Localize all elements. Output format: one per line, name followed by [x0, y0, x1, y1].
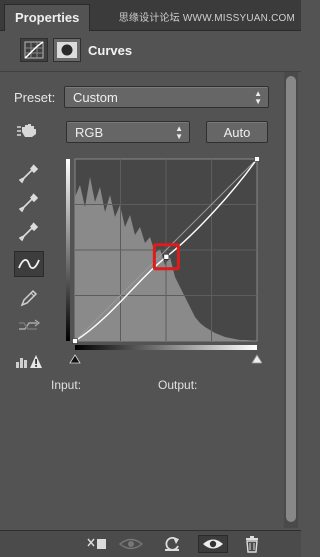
scrollbar-thumb[interactable] — [286, 76, 296, 522]
properties-panel: Properties 思缘设计论坛 WWW.MISSYUAN.COM Curve… — [0, 0, 301, 557]
layer-mask-icon[interactable] — [53, 38, 81, 62]
delete-icon[interactable] — [242, 535, 262, 553]
input-label: Input: — [51, 378, 82, 392]
dropdown-arrows-icon: ▲ ▼ — [254, 89, 262, 106]
view-previous-icon[interactable] — [118, 535, 144, 553]
curve-endpoint — [254, 156, 260, 162]
curves-graph[interactable] — [66, 156, 263, 365]
channel-value: RGB — [75, 125, 104, 140]
black-eyedropper-icon[interactable] — [14, 161, 44, 187]
visibility-icon[interactable] — [198, 535, 228, 553]
tab-properties[interactable]: Properties — [4, 4, 91, 31]
white-point-slider — [251, 354, 263, 364]
dropdown-arrows-icon: ▲ ▼ — [175, 124, 183, 141]
adjustment-header: Curves — [0, 31, 301, 72]
panel-tabstrip: Properties 思缘设计论坛 WWW.MISSYUAN.COM — [0, 0, 301, 31]
target-adjust-icon[interactable] — [14, 117, 44, 143]
adjustment-title: Curves — [88, 43, 133, 58]
clipping-warning-icon[interactable] — [14, 347, 44, 373]
auto-button[interactable]: Auto — [206, 121, 268, 143]
reset-icon[interactable] — [161, 535, 183, 553]
curve-endpoint — [72, 338, 78, 344]
output-gradient-strip — [66, 159, 70, 341]
channel-dropdown[interactable]: RGB ▲ ▼ — [66, 121, 190, 143]
input-gradient-strip — [75, 345, 257, 350]
curves-adjustment-icon[interactable] — [20, 38, 48, 62]
pencil-icon[interactable] — [14, 285, 44, 311]
smooth-icon[interactable] — [14, 313, 44, 339]
preset-label: Preset: — [14, 90, 56, 105]
white-eyedropper-icon[interactable] — [14, 219, 44, 245]
output-label: Output: — [158, 378, 198, 392]
preset-value: Custom — [73, 90, 118, 105]
watermark-text: 思缘设计论坛 WWW.MISSYUAN.COM — [118, 13, 295, 24]
gray-eyedropper-icon[interactable] — [14, 190, 44, 216]
clip-to-layer-icon[interactable] — [86, 535, 108, 553]
preset-dropdown[interactable]: Custom ▲ ▼ — [64, 86, 269, 108]
black-point-slider — [69, 354, 81, 364]
bottom-toolbar — [0, 530, 301, 557]
curve-control-point-mid — [163, 253, 170, 260]
curve-points-icon[interactable] — [14, 251, 44, 277]
